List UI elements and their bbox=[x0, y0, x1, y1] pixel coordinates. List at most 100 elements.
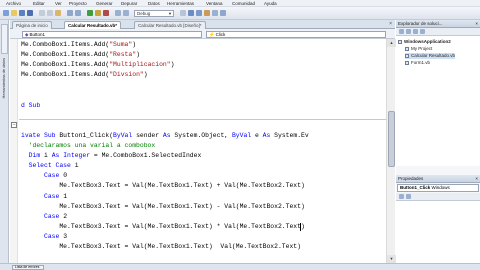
step-into-icon[interactable] bbox=[115, 10, 121, 16]
properties-object-dropdown[interactable]: Button1_Click Windows bbox=[397, 184, 479, 192]
code-token: Me.ComboBox1.Items.Add( bbox=[21, 51, 110, 59]
solution-tree-item[interactable]: My Project bbox=[405, 46, 432, 52]
categorized-icon[interactable] bbox=[399, 194, 404, 199]
show-all-files-icon[interactable] bbox=[406, 29, 411, 34]
menu-item-proyecto[interactable]: Proyecto bbox=[69, 0, 87, 7]
solution-explorer-title: Explorador de soluci... bbox=[398, 21, 443, 26]
new-project-icon[interactable] bbox=[3, 10, 9, 16]
menu-item-ventana[interactable]: Ventana bbox=[206, 0, 223, 7]
file-icon bbox=[405, 53, 409, 58]
code-token: d Sub bbox=[21, 101, 41, 109]
code-line: Dim i As Integer = Me.ComboBox1.Selected… bbox=[21, 151, 202, 160]
view-code-icon[interactable] bbox=[420, 29, 425, 34]
redo-icon[interactable] bbox=[75, 10, 81, 16]
save-all-icon[interactable] bbox=[27, 10, 33, 16]
tab-calcular-resultado-code[interactable]: Calcular Resultado.vb* bbox=[64, 21, 122, 29]
code-token: ) bbox=[132, 41, 137, 48]
solution-tree-item[interactable]: Form1.vb bbox=[405, 60, 430, 66]
properties-grid bbox=[396, 201, 480, 263]
menu-item-archivo[interactable]: Archivo bbox=[6, 0, 21, 7]
file-icon bbox=[405, 60, 409, 65]
standard-toolbar: Debug ▼ bbox=[0, 7, 480, 20]
menu-item-generar[interactable]: Generar bbox=[96, 0, 113, 7]
event-icon: ⚡ bbox=[209, 32, 215, 37]
collapse-region-icon[interactable]: − bbox=[11, 122, 17, 128]
error-list-tab[interactable]: Lista de errores bbox=[12, 265, 44, 270]
data-tools-tab-label[interactable]: Herramientas de datos bbox=[1, 58, 6, 98]
solution-tree-item[interactable]: Calcular Resultado.vb bbox=[405, 53, 456, 59]
close-icon[interactable]: × bbox=[475, 175, 478, 183]
open-file-icon[interactable] bbox=[11, 10, 17, 16]
code-token: Me.ComboBox1.Items.Add( bbox=[21, 71, 110, 79]
object-browser-icon[interactable] bbox=[212, 10, 218, 16]
solution-explorer-icon[interactable] bbox=[188, 10, 194, 16]
undo-icon[interactable] bbox=[67, 10, 73, 16]
close-icon[interactable]: × bbox=[389, 21, 392, 28]
code-navigation-bar: ◆Button1 ⚡Click bbox=[10, 29, 395, 39]
step-over-icon[interactable] bbox=[123, 10, 129, 16]
save-icon[interactable] bbox=[19, 10, 25, 16]
status-bar: Lista de errores bbox=[0, 263, 480, 270]
cut-icon[interactable] bbox=[39, 10, 45, 16]
refresh-icon[interactable] bbox=[413, 29, 418, 34]
method-name-value: Click bbox=[215, 32, 226, 37]
find-icon[interactable] bbox=[180, 10, 186, 16]
menu-item-depurar[interactable]: Depurar bbox=[121, 0, 137, 7]
start-debug-icon[interactable] bbox=[87, 10, 93, 16]
properties-object-name: Button1_Click bbox=[400, 185, 431, 190]
code-token: Me.TextBox3.Text = Val(Me.TextBox1.Text)… bbox=[21, 182, 305, 190]
toolbox-icon[interactable] bbox=[204, 10, 210, 16]
code-token: Me.ComboBox1.Items.Add( bbox=[21, 41, 110, 48]
scroll-down-icon[interactable]: ▼ bbox=[387, 255, 396, 263]
scrollbar-thumb[interactable] bbox=[388, 111, 395, 167]
code-token: 'declaramos una varial a combobox bbox=[21, 142, 156, 149]
document-tab-strip: Página de inicio Calcular Resultado.vb* … bbox=[10, 20, 395, 29]
close-icon[interactable]: × bbox=[475, 20, 478, 28]
file-icon bbox=[405, 46, 409, 51]
paste-icon[interactable] bbox=[55, 10, 61, 16]
start-page-icon[interactable] bbox=[220, 10, 226, 16]
code-token: i bbox=[40, 152, 52, 160]
code-text-area[interactable]: − Me.ComboBox1.Items.Add("Suma") Me.Combo… bbox=[10, 39, 386, 263]
alphabetical-icon[interactable] bbox=[406, 194, 411, 199]
solution-configuration-select[interactable]: Debug ▼ bbox=[134, 10, 174, 17]
code-token: e bbox=[251, 131, 263, 139]
properties-object-type: Windows bbox=[431, 185, 450, 190]
menu-bar: Archivo Editar Ver Proyecto Generar Depurar Da… bbox=[0, 0, 480, 7]
menu-item-comunidad[interactable]: Comunidad bbox=[232, 0, 255, 7]
code-token: System.Ev bbox=[270, 131, 309, 139]
toolbox-tab[interactable] bbox=[1, 24, 8, 54]
method-name-dropdown[interactable]: ⚡Click bbox=[206, 31, 386, 38]
stop-icon[interactable] bbox=[103, 10, 109, 16]
editor-gutter bbox=[10, 39, 18, 263]
code-token: Button1_Click( bbox=[55, 131, 114, 139]
properties-header: Propiedades × bbox=[396, 175, 480, 183]
tab-calcular-resultado-design[interactable]: Calcular Resultado.vb [Diseño]* bbox=[134, 21, 206, 29]
menu-item-datos[interactable]: Datos bbox=[148, 0, 160, 7]
code-token: ivate Sub bbox=[21, 131, 56, 139]
code-editor-window: Página de inicio Calcular Resultado.vb* … bbox=[10, 20, 396, 263]
pause-icon[interactable] bbox=[95, 10, 101, 16]
properties-icon[interactable] bbox=[196, 10, 202, 16]
left-tool-strip: Herramientas de datos bbox=[0, 20, 9, 263]
editor-vertical-scrollbar[interactable]: ▲ ▼ bbox=[386, 39, 396, 263]
scroll-up-icon[interactable]: ▲ bbox=[387, 39, 396, 47]
code-line: Me.TextBox3.Text = Val(Me.TextBox1.Text)… bbox=[21, 222, 305, 231]
code-token: i bbox=[70, 162, 79, 170]
menu-item-ver[interactable]: Ver bbox=[55, 0, 62, 7]
menu-item-editar[interactable]: Editar bbox=[33, 0, 45, 7]
solution-tree-item[interactable]: WindowsApplication2 bbox=[398, 39, 451, 45]
tab-start-page[interactable]: Página de inicio bbox=[12, 21, 52, 29]
properties-view-icon[interactable] bbox=[399, 29, 404, 34]
code-token: ByVal bbox=[113, 131, 133, 139]
class-name-dropdown[interactable]: ◆Button1 bbox=[22, 31, 202, 38]
code-token: Dim bbox=[21, 152, 41, 160]
code-token: Me.TextBox3.Text = Val(Me.TextBox1.Text)… bbox=[21, 243, 301, 250]
code-token: Case bbox=[21, 232, 60, 240]
code-token: System.Object, bbox=[170, 131, 232, 139]
menu-item-ayuda[interactable]: Ayuda bbox=[264, 0, 277, 7]
code-token: Me.TextBox3.Text = Val(Me.TextBox1.Text)… bbox=[21, 222, 305, 230]
code-line: Case 3 bbox=[21, 232, 67, 241]
copy-icon[interactable] bbox=[47, 10, 53, 16]
menu-item-herramientas[interactable]: Herramientas bbox=[167, 0, 194, 7]
